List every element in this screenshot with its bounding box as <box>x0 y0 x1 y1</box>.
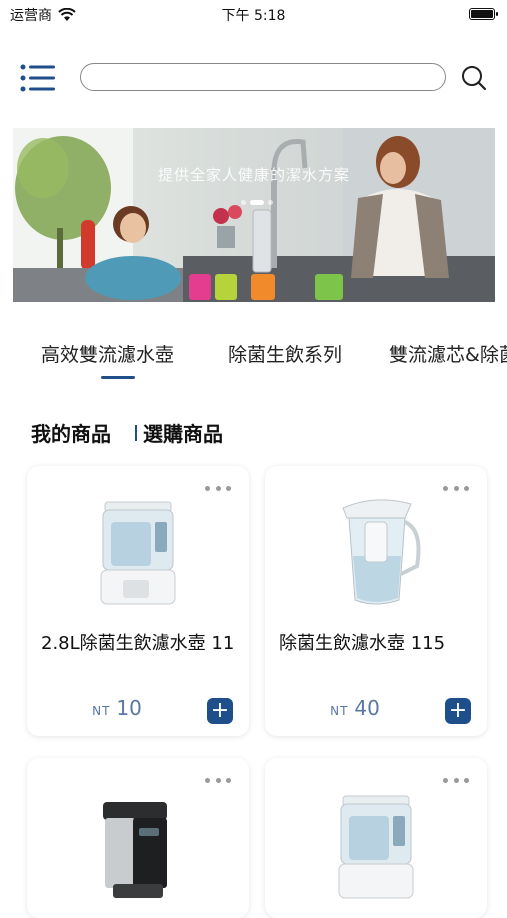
add-to-cart-button[interactable]: + <box>207 698 233 724</box>
more-options-icon[interactable] <box>443 778 469 784</box>
product-price: NT 40 <box>265 696 445 720</box>
search-input[interactable] <box>80 63 446 91</box>
tab-high-efficiency-pitcher[interactable]: 高效雙流濾水壺 <box>41 340 174 367</box>
status-time: 下午 5:18 <box>221 8 286 24</box>
add-to-cart-button[interactable]: + <box>445 698 471 724</box>
banner-dot <box>241 200 246 205</box>
hot-water-dispenser-image <box>103 802 167 898</box>
product-card[interactable]: 2.8L除菌生飲濾水壺 11 NT 10 + <box>27 466 249 736</box>
price-currency: NT <box>330 704 349 718</box>
banner-dot-active <box>250 200 264 205</box>
product-price: NT 10 <box>27 696 207 720</box>
water-dispenser-image <box>338 795 414 899</box>
category-tabs: 高效雙流濾水壺 除菌生飲系列 雙流濾芯&除菌 <box>0 340 507 384</box>
water-pitcher-image <box>342 499 421 605</box>
search-icon[interactable] <box>460 64 488 92</box>
more-options-icon[interactable] <box>205 778 231 784</box>
status-bar: 运营商 下午 5:18 <box>0 0 507 30</box>
my-products-tab[interactable]: 我的商品 <box>31 418 111 447</box>
active-tab-indicator <box>101 376 135 379</box>
price-currency: NT <box>92 704 111 718</box>
section-divider <box>135 424 137 441</box>
promo-banner[interactable]: 提供全家人健康的潔水方案 <box>13 128 495 302</box>
menu-icon[interactable] <box>20 64 56 92</box>
banner-dot <box>268 200 273 205</box>
tab-sterilizing-series[interactable]: 除菌生飲系列 <box>228 340 342 367</box>
section-header: 我的商品 選購商品 <box>31 418 223 447</box>
tab-filter-cartridges[interactable]: 雙流濾芯&除菌 <box>389 340 507 367</box>
select-products-tab[interactable]: 選購商品 <box>143 418 223 447</box>
product-card[interactable] <box>265 758 487 918</box>
banner-pagination <box>241 200 273 205</box>
product-card[interactable] <box>27 758 249 918</box>
product-title: 除菌生飲濾水壺 115 <box>279 633 446 654</box>
banner-caption: 提供全家人健康的潔水方案 <box>157 166 350 184</box>
more-options-icon[interactable] <box>443 486 469 492</box>
banner-kitchen-image <box>13 128 495 302</box>
battery-icon <box>469 8 498 20</box>
product-title: 2.8L除菌生飲濾水壺 11 <box>41 633 235 654</box>
water-dispenser-image <box>100 501 176 605</box>
product-card[interactable]: 除菌生飲濾水壺 115 NT 40 + <box>265 466 487 736</box>
more-options-icon[interactable] <box>205 486 231 492</box>
price-value: 40 <box>354 696 380 720</box>
price-value: 10 <box>116 696 142 720</box>
